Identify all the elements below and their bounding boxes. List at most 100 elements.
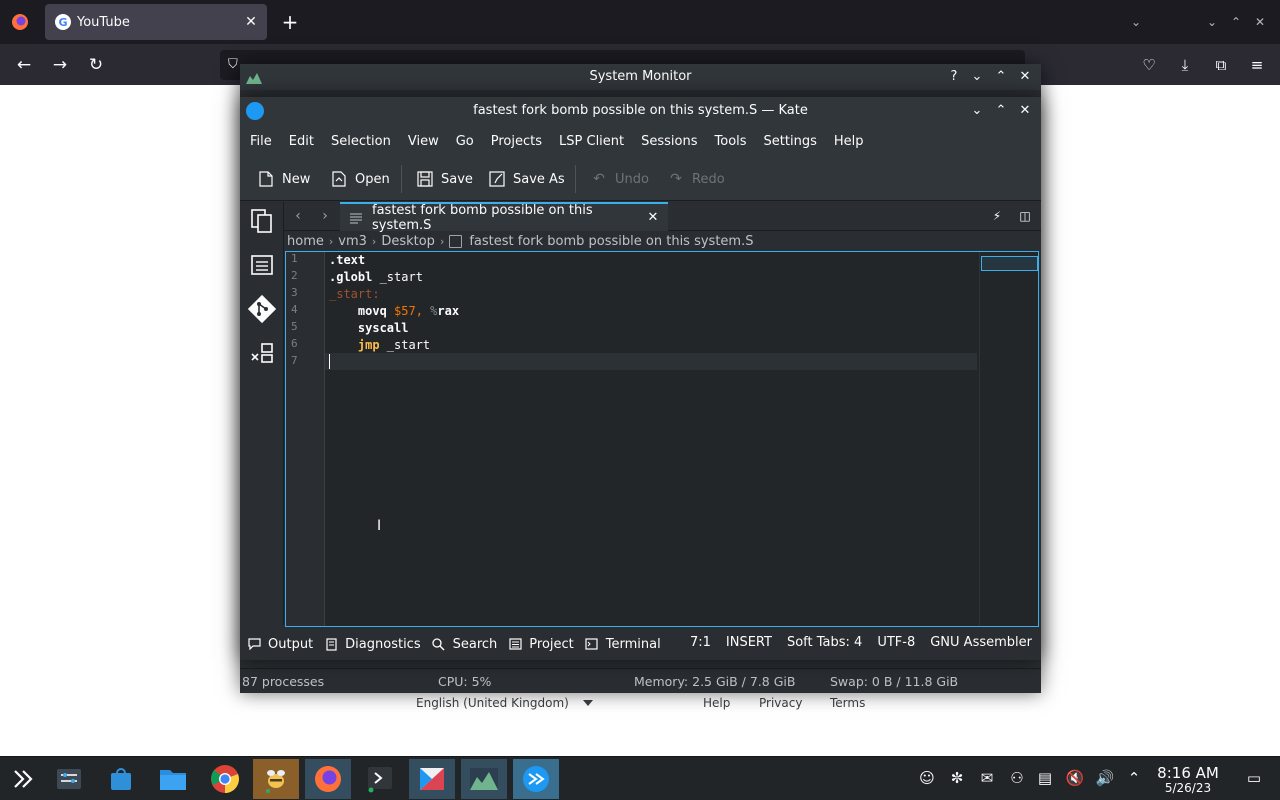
volume-icon[interactable]: 🔊 [1094,767,1116,789]
list-tabs-icon[interactable]: ⌄ [1124,15,1148,29]
encoding-setting[interactable]: UTF-8 [877,635,915,650]
undo-button[interactable]: ↶ Undo [590,167,649,191]
documents-icon[interactable] [246,205,278,237]
diagnostics-tab[interactable]: Diagnostics [324,637,421,652]
menu-edit[interactable]: Edit [281,134,322,149]
syntax-mode[interactable]: GNU Assembler [930,635,1032,650]
hamburger-menu-icon[interactable]: ≡ [1244,52,1270,78]
network-icon[interactable]: ⚇ [1006,767,1028,789]
indentation-setting[interactable]: Soft Tabs: 4 [787,635,862,650]
menu-sessions[interactable]: Sessions [633,134,705,149]
browser-tab-youtube[interactable]: G YouTube ✕ [45,4,267,40]
help-link[interactable]: Help [703,696,730,710]
menu-tools[interactable]: Tools [707,134,755,149]
mail-tray-icon[interactable]: ✉ [976,767,998,789]
maximize-icon[interactable]: ⌃ [992,68,1010,86]
terms-link[interactable]: Terms [830,696,865,710]
tab-document[interactable]: fastest fork bomb possible on this syste… [340,202,668,233]
user-icon[interactable]: ☺ [916,767,938,789]
tab-forward-icon[interactable]: › [316,207,334,225]
redo-button[interactable]: ↷ Redo [667,167,725,191]
minimize-icon[interactable]: ⌄ [968,102,986,120]
symbols-icon[interactable] [246,337,278,369]
project-tab[interactable]: Project [508,637,574,652]
minimize-icon[interactable]: ⌄ [968,68,986,86]
reload-icon[interactable]: ↻ [83,52,109,78]
document-tab-bar: ‹ › fastest fork bomb possible on this s… [284,202,1041,233]
kdenlive-icon[interactable] [409,759,455,799]
sysmon-title-bar[interactable]: System Monitor ? ⌄ ⌃ ✕ [240,64,1041,90]
language-selector[interactable]: English (United Kingdom) [416,696,569,710]
new-tab-button[interactable]: + [280,10,300,34]
system-monitor-taskbar-icon[interactable] [461,759,507,799]
kate-taskbar-icon[interactable] [513,759,559,799]
input-mode[interactable]: INSERT [726,635,772,650]
menu-file[interactable]: File [242,134,280,149]
bee-app-icon[interactable] [253,759,299,799]
show-desktop-icon[interactable]: ▭ [1243,767,1265,789]
maximize-window-icon[interactable]: ⌃ [1224,15,1248,29]
help-icon[interactable]: ? [945,68,963,86]
git-icon[interactable] [246,293,278,325]
settings-app-icon[interactable] [46,759,92,799]
close-icon[interactable]: ✕ [1016,102,1034,120]
breadcrumb-file[interactable]: fastest fork bomb possible on this syste… [469,234,753,249]
code-content[interactable]: .text .globl _start _start: movq $57, %r… [329,252,979,626]
chrome-icon[interactable] [202,759,248,799]
projects-icon[interactable] [246,249,278,281]
close-tab-icon[interactable]: ✕ [644,210,662,225]
menu-projects[interactable]: Projects [483,134,550,149]
minimize-window-icon[interactable]: ⌄ [1200,15,1224,29]
breadcrumb-desktop[interactable]: Desktop [381,234,435,249]
konsole-icon[interactable] [357,759,403,799]
menu-go[interactable]: Go [448,134,482,149]
clock[interactable]: 8:16 AM 5/26/23 [1153,765,1223,795]
muted-mic-icon[interactable]: 🔇 [1064,767,1086,789]
menu-lsp-client[interactable]: LSP Client [551,134,632,149]
breadcrumb-home[interactable]: home [287,234,324,249]
pocket-icon[interactable]: ♡ [1136,52,1162,78]
tab-back-icon[interactable]: ‹ [289,207,307,225]
download-icon[interactable]: ⤓ [1172,52,1198,78]
extensions-icon[interactable]: ⧉ [1208,52,1234,78]
chevron-right-icon: › [328,234,334,248]
quick-open-icon[interactable]: ⚡ [988,207,1006,225]
back-icon[interactable]: ← [11,52,37,78]
close-icon[interactable]: ✕ [1016,68,1034,86]
breadcrumb-vm3[interactable]: vm3 [338,234,367,249]
split-view-icon[interactable]: ◫ [1016,207,1034,225]
save-as-button[interactable]: Save As [488,167,565,191]
file-manager-icon[interactable] [150,759,196,799]
file-icon [449,234,463,248]
output-tab[interactable]: Output [247,637,313,652]
save-button[interactable]: Save [416,167,473,191]
show-hidden-icons-icon[interactable]: ⌃ [1123,767,1145,789]
search-tab[interactable]: Search [432,637,497,652]
menu-view[interactable]: View [400,134,447,149]
open-button[interactable]: Open [330,167,390,191]
maximize-icon[interactable]: ⌃ [992,102,1010,120]
cursor-position[interactable]: 7:1 [690,635,711,650]
menu-settings[interactable]: Settings [756,134,825,149]
firefox-icon[interactable] [8,10,32,34]
bottom-tool-bar: Output Diagnostics Search Project Termin… [240,631,1041,657]
minimap-viewport[interactable] [981,256,1038,271]
code-editor[interactable]: 1 2 3 4 5 6 7 .text .globl _start _start… [285,251,1039,627]
menu-help[interactable]: Help [826,134,872,149]
application-launcher-icon[interactable] [0,759,46,799]
menu-selection[interactable]: Selection [323,134,399,149]
clipboard-icon[interactable]: ▤ [1034,767,1056,789]
language-dropdown-icon[interactable] [583,700,593,706]
discover-store-icon[interactable] [98,759,144,799]
close-tab-icon[interactable]: ✕ [241,14,261,30]
close-window-icon[interactable]: ✕ [1248,15,1272,29]
menu-bar: File Edit Selection View Go Projects LSP… [240,125,1041,157]
minimap[interactable] [979,252,1038,626]
terminal-tab[interactable]: Terminal [585,637,661,652]
privacy-link[interactable]: Privacy [759,696,802,710]
firefox-taskbar-icon[interactable] [305,759,351,799]
forward-icon[interactable]: → [47,52,73,78]
bee-tray-icon[interactable]: ✼ [946,767,968,789]
new-button[interactable]: New [257,167,310,191]
kate-title-bar[interactable]: fastest fork bomb possible on this syste… [240,97,1041,125]
